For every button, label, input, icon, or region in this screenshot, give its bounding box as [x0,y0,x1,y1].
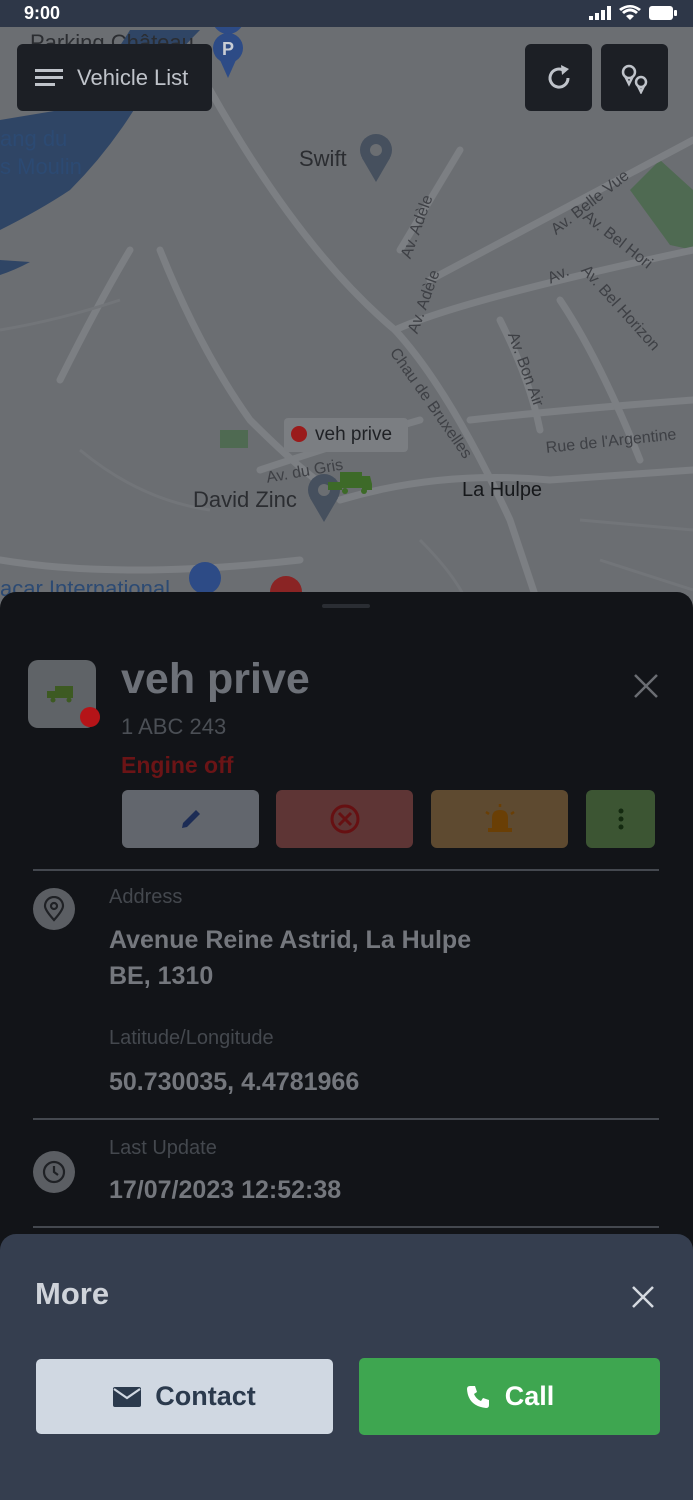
location-pin-icon [43,896,65,922]
vehicle-name: veh prive [121,655,310,703]
divider [33,1118,659,1120]
map-label-swift: Swift [299,146,347,171]
map-label-david-zinc: David Zinc [193,487,297,512]
map-pins-button[interactable] [601,44,668,111]
map-pins-icon [621,64,647,94]
phone-icon [466,1385,489,1408]
engine-status: Engine off [121,752,234,778]
clock-icon [42,1160,66,1184]
close-more-sheet-button[interactable] [628,1282,658,1312]
more-options-button[interactable] [586,790,655,848]
hamburger-icon [35,68,63,86]
wifi-icon [619,5,641,20]
address-label: Address [109,886,183,908]
status-bar: 9:00 [0,0,693,27]
last-update-value: 17/07/2023 12:52:38 [109,1176,342,1204]
contact-button[interactable]: Contact [36,1359,333,1434]
close-icon [634,674,658,698]
address-line-2: BE, 1310 [109,962,214,990]
screen: P Parking Château ang du s Moulin Swift … [0,0,693,1500]
call-button[interactable]: Call [359,1358,660,1435]
last-update-label: Last Update [109,1137,217,1159]
swift-marker [360,134,392,182]
drag-handle[interactable] [322,604,370,608]
map-label-water: ang du s Moulin [0,126,82,179]
signal-icon [589,6,611,20]
divider [33,1226,659,1228]
address-line-1: Avenue Reine Astrid, La Hulpe [109,926,472,954]
close-details-button[interactable] [630,670,662,702]
latlng-label: Latitude/Longitude [109,1027,274,1049]
more-sheet-title: More [35,1276,110,1311]
refresh-icon [548,64,570,89]
david-zinc-marker [308,474,340,522]
vehicle-list-label: Vehicle List [77,64,189,90]
immobilize-button[interactable] [276,790,413,848]
map-label-veh-prive[interactable]: veh prive [315,424,392,446]
address-icon-wrap [33,888,75,930]
edit-button[interactable] [122,790,259,848]
vehicle-list-button[interactable]: Vehicle List [17,44,212,111]
mail-icon [113,1386,142,1407]
engine-status-dot [80,707,100,727]
alarm-button[interactable] [431,790,568,848]
call-label: Call [504,1381,555,1411]
vehicle-plate: 1 ABC 243 [121,714,227,739]
battery-icon [649,6,677,20]
status-time: 9:00 [24,3,61,23]
pencil-icon [181,810,200,828]
close-icon [632,1286,654,1308]
svg-text:P: P [222,39,234,59]
more-vertical-icon [618,808,623,830]
divider [33,869,659,871]
map-label-la-hulpe: La Hulpe [462,479,543,501]
latlng-value: 50.730035, 4.4781966 [109,1068,360,1096]
truck-icon [47,686,73,703]
cancel-circle-icon [330,804,359,834]
contact-label: Contact [155,1381,256,1411]
last-update-icon-wrap [33,1151,75,1193]
refresh-button[interactable] [525,44,592,111]
siren-icon [484,804,515,832]
